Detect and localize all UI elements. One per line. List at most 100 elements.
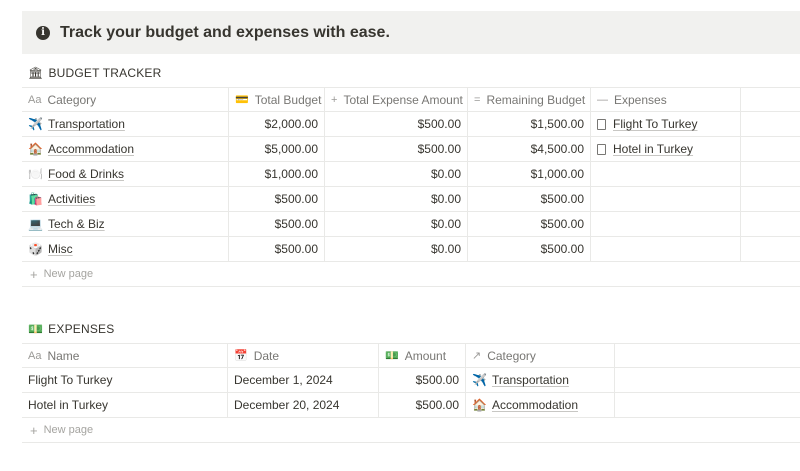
remaining-budget-cell[interactable]: $500.00: [468, 212, 591, 236]
add-column-area[interactable]: [741, 88, 800, 111]
expense-link[interactable]: Flight To Turkey: [613, 117, 697, 131]
category-cell[interactable]: 🎲 Misc: [22, 237, 229, 261]
remaining-budget-cell[interactable]: $500.00: [468, 237, 591, 261]
column-header-category[interactable]: Aa Category: [22, 88, 229, 111]
info-icon: i: [36, 25, 50, 40]
table-row[interactable]: Hotel in Turkey December 20, 2024 $500.0…: [22, 393, 800, 418]
category-name[interactable]: Tech & Biz: [48, 217, 105, 231]
amount-cell[interactable]: $500.00: [379, 393, 466, 417]
column-header-amount[interactable]: 💵 Amount: [379, 344, 466, 367]
total-expense-cell[interactable]: $0.00: [325, 162, 468, 186]
page-icon: [597, 143, 606, 155]
expenses-title[interactable]: 💵 EXPENSES: [28, 322, 114, 336]
column-label: Remaining Budget: [486, 92, 586, 107]
callout-text: Track your budget and expenses with ease…: [60, 23, 390, 41]
text-property-icon: Aa: [28, 93, 42, 106]
amount-cell[interactable]: $500.00: [379, 368, 466, 392]
formula-icon: =: [474, 93, 481, 106]
column-label: Expenses: [614, 92, 667, 107]
remaining-budget-cell[interactable]: $500.00: [468, 187, 591, 211]
budget-tracker-title[interactable]: 🏛 BUDGET TRACKER: [28, 66, 161, 80]
category-cell[interactable]: 🛍️ Activities: [22, 187, 229, 211]
expenses-cell[interactable]: Flight To Turkey: [591, 112, 741, 136]
expenses-cell[interactable]: [591, 187, 741, 211]
column-label: Name: [47, 348, 80, 363]
expenses-table: Aa Name 📅 Date 💵 Amount ↗ Category Flight To…: [22, 343, 800, 443]
category-cell[interactable]: 🏠 Accommodation: [22, 137, 229, 161]
category-name[interactable]: Activities: [48, 192, 95, 206]
bank-icon: 🏛: [28, 66, 44, 80]
date-cell[interactable]: December 20, 2024: [228, 393, 379, 417]
total-budget-cell[interactable]: $500.00: [229, 237, 325, 261]
table-row[interactable]: 🛍️ Activities $500.00 $0.00 $500.00: [22, 187, 800, 212]
callout: i Track your budget and expenses with ea…: [22, 11, 800, 54]
expenses-cell[interactable]: Hotel in Turkey: [591, 137, 741, 161]
empty-cell: [615, 393, 800, 417]
calendar-icon: 📅: [234, 350, 248, 362]
empty-cell: [741, 212, 800, 236]
expenses-title-text: EXPENSES: [48, 322, 115, 336]
category-link[interactable]: Accommodation: [492, 398, 578, 412]
name-cell[interactable]: Hotel in Turkey: [22, 393, 228, 417]
remaining-budget-cell[interactable]: $1,000.00: [468, 162, 591, 186]
column-label: Amount: [404, 348, 447, 363]
empty-cell: [741, 112, 800, 136]
category-cell[interactable]: 🏠 Accommodation: [466, 393, 615, 417]
table-row[interactable]: 🏠 Accommodation $5,000.00 $500.00 $4,500.…: [22, 137, 800, 162]
column-header-expenses[interactable]: — Expenses: [591, 88, 741, 111]
category-link[interactable]: Transportation: [492, 373, 569, 387]
total-expense-cell[interactable]: $0.00: [325, 237, 468, 261]
plate-icon: 🍽️: [28, 167, 43, 181]
table-row[interactable]: Flight To Turkey December 1, 2024 $500.0…: [22, 368, 800, 393]
empty-cell: [615, 368, 800, 392]
relation-icon: —: [597, 93, 608, 106]
total-budget-cell[interactable]: $500.00: [229, 212, 325, 236]
total-budget-cell[interactable]: $5,000.00: [229, 137, 325, 161]
date-cell[interactable]: December 1, 2024: [228, 368, 379, 392]
category-cell[interactable]: ✈️ Transportation: [466, 368, 615, 392]
column-header-date[interactable]: 📅 Date: [228, 344, 379, 367]
plus-icon: +: [30, 422, 38, 438]
total-expense-cell[interactable]: $0.00: [325, 212, 468, 236]
expense-link[interactable]: Hotel in Turkey: [613, 142, 693, 156]
category-name[interactable]: Accommodation: [48, 142, 134, 156]
remaining-budget-cell[interactable]: $4,500.00: [468, 137, 591, 161]
remaining-budget-cell[interactable]: $1,500.00: [468, 112, 591, 136]
category-cell[interactable]: 💻 Tech & Biz: [22, 212, 229, 236]
total-expense-cell[interactable]: $500.00: [325, 112, 468, 136]
column-label: Category: [47, 92, 97, 107]
expenses-cell[interactable]: [591, 212, 741, 236]
column-header-total-budget[interactable]: 💳 Total Budget: [229, 88, 325, 111]
total-expense-cell[interactable]: $500.00: [325, 137, 468, 161]
dice-icon: 🎲: [28, 242, 43, 256]
column-header-name[interactable]: Aa Name: [22, 344, 228, 367]
total-expense-cell[interactable]: $0.00: [325, 187, 468, 211]
add-column-area[interactable]: [615, 344, 800, 367]
table-row[interactable]: 🍽️ Food & Drinks $1,000.00 $0.00 $1,000.0…: [22, 162, 800, 187]
category-cell[interactable]: 🍽️ Food & Drinks: [22, 162, 229, 186]
table-row[interactable]: ✈️ Transportation $2,000.00 $500.00 $1,50…: [22, 112, 800, 137]
column-header-total-expense-amount[interactable]: + Total Expense Amount: [325, 88, 468, 111]
table-row[interactable]: 🎲 Misc $500.00 $0.00 $500.00: [22, 237, 800, 262]
category-cell[interactable]: ✈️ Transportation: [22, 112, 229, 136]
category-name[interactable]: Transportation: [48, 117, 125, 131]
total-budget-cell[interactable]: $500.00: [229, 187, 325, 211]
category-name[interactable]: Misc: [48, 242, 73, 256]
house-icon: 🏠: [28, 142, 43, 156]
total-budget-cell[interactable]: $1,000.00: [229, 162, 325, 186]
new-page-row[interactable]: + New page: [22, 262, 800, 287]
new-page-row[interactable]: + New page: [22, 418, 800, 443]
budget-tracker-table: Aa Category 💳 Total Budget + Total Expense …: [22, 87, 800, 287]
name-cell[interactable]: Flight To Turkey: [22, 368, 228, 392]
total-budget-cell[interactable]: $2,000.00: [229, 112, 325, 136]
house-icon: 🏠: [472, 398, 487, 412]
expenses-cell[interactable]: [591, 237, 741, 261]
expenses-cell[interactable]: [591, 162, 741, 186]
new-page-button[interactable]: + New page: [22, 418, 800, 442]
column-header-category[interactable]: ↗ Category: [466, 344, 615, 367]
airplane-icon: ✈️: [472, 373, 487, 387]
table-row[interactable]: 💻 Tech & Biz $500.00 $0.00 $500.00: [22, 212, 800, 237]
category-name[interactable]: Food & Drinks: [48, 167, 124, 181]
column-header-remaining-budget[interactable]: = Remaining Budget: [468, 88, 591, 111]
new-page-button[interactable]: + New page: [22, 262, 800, 286]
